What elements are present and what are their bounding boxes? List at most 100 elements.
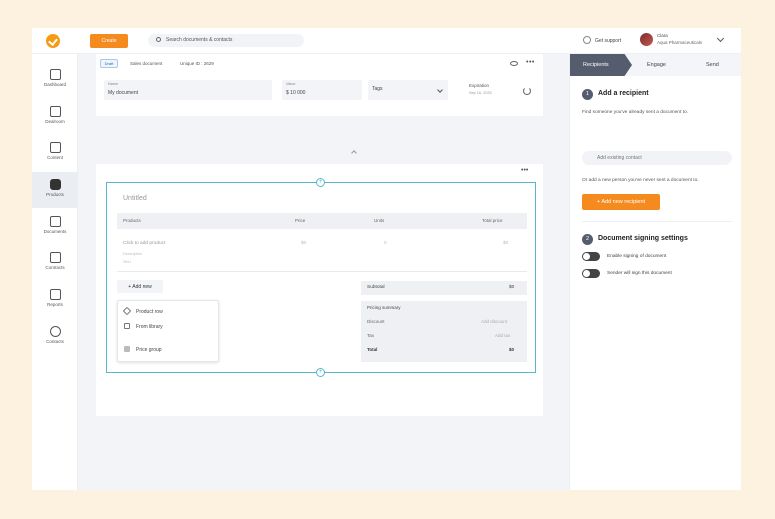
add-block-top-icon[interactable]: + — [316, 178, 325, 187]
divider — [582, 221, 732, 222]
sidebar-item-reports[interactable]: Reports — [32, 282, 78, 318]
status-badge: Draft — [100, 59, 118, 68]
document-editor: Draft Sales document Unique ID : 2629 ••… — [78, 54, 569, 490]
pen-icon — [49, 252, 61, 263]
document-content: ••• + + Untitled Products Price Units To… — [96, 164, 543, 416]
menu-item-label: Price group — [136, 347, 162, 353]
avatar[interactable] — [640, 33, 653, 46]
step-number: 2 — [582, 234, 593, 245]
col-total: Total price — [482, 218, 503, 223]
sidebar-item-dashboard[interactable]: Dashboard — [32, 62, 78, 98]
value-field-value: $ 10 000 — [286, 90, 306, 96]
sidebar-item-documents[interactable]: Documents — [32, 209, 78, 245]
sidebar-item-contracts[interactable]: Contracts — [32, 245, 78, 281]
chevron-down-icon — [437, 87, 443, 93]
add-block-bottom-icon[interactable]: + — [316, 368, 325, 377]
dealroom-icon — [49, 106, 61, 117]
tags-label: Tags — [372, 86, 383, 92]
user-name[interactable]: Clara — [657, 33, 668, 38]
tab-send[interactable]: Send — [706, 62, 719, 68]
sender-sign-toggle[interactable] — [582, 269, 600, 278]
more-options-icon[interactable]: ••• — [521, 167, 528, 174]
name-field-value: My document — [108, 90, 139, 96]
sidebar-item-label: Contacts — [46, 339, 64, 344]
menu-item-label: From library — [136, 324, 163, 330]
panel-tabs: Recipients Engage Send — [570, 54, 741, 76]
contact-search-input[interactable] — [582, 151, 732, 165]
search-icon — [156, 37, 161, 42]
support-label: Get support — [595, 38, 622, 44]
add-new-menu: Product row From library Price group — [117, 300, 219, 362]
subtotal-value: $0 — [509, 285, 515, 290]
tax-label: Tax — [367, 333, 375, 338]
sidebar-item-contacts[interactable]: Contacts — [32, 319, 78, 355]
value-field-label: Value — [286, 82, 296, 86]
sidebar-item-label: Reports — [47, 302, 63, 307]
table-header: Products Price Units Total price — [117, 213, 527, 229]
add-new-recipient-button[interactable]: + Add new recipient — [582, 194, 660, 210]
unique-id: Unique ID : 2629 — [180, 61, 214, 66]
add-tax-link[interactable]: Add tax — [495, 333, 510, 338]
add-new-label: Add new — [132, 283, 152, 290]
sidebar-item-label: Dealroom — [45, 119, 65, 124]
document-icon — [49, 216, 61, 227]
row-units[interactable]: 0 — [384, 241, 387, 246]
logo-icon[interactable] — [46, 34, 60, 48]
tab-recipients[interactable]: Recipients — [570, 54, 632, 76]
sidebar-item-label: Dashboard — [43, 82, 66, 87]
col-products: Products — [123, 218, 141, 223]
support-icon — [583, 36, 591, 44]
sidebar-item-products[interactable]: Products — [32, 172, 78, 208]
value-field[interactable]: Value $ 10 000 — [282, 80, 362, 100]
tab-engage[interactable]: Engage — [647, 62, 666, 68]
row-total: $0 — [503, 241, 509, 246]
signing-settings-title: Document signing settings — [598, 235, 688, 242]
cube-icon — [49, 179, 61, 190]
discount-label: Discount — [367, 319, 385, 324]
subtotal-row: Subtotal $0 — [361, 281, 527, 295]
pricing-table-block[interactable]: + + Untitled Products Price Units Total … — [106, 178, 536, 377]
chevron-down-icon[interactable] — [716, 34, 725, 43]
row-price[interactable]: $0 — [301, 241, 306, 246]
sidebar-item-content[interactable]: Content — [32, 135, 78, 171]
add-new-button[interactable]: + Add new — [117, 280, 163, 293]
total-label: Total — [367, 347, 378, 352]
menu-item-label: Product row — [136, 309, 163, 315]
table-title[interactable]: Untitled — [123, 195, 147, 202]
sidebar: Dashboard Dealroom Content Products Docu… — [32, 54, 78, 490]
cube-icon — [124, 323, 130, 329]
expiration-label: Expiration — [469, 83, 490, 88]
document-header: Draft Sales document Unique ID : 2629 ••… — [96, 54, 543, 116]
search-input[interactable]: Search documents & contacts — [148, 34, 304, 47]
sidebar-item-label: Products — [46, 192, 64, 197]
support-link[interactable]: Get support — [583, 36, 621, 44]
enable-signing-toggle[interactable] — [582, 252, 600, 261]
divider — [117, 271, 527, 272]
col-price: Price — [295, 218, 306, 223]
tags-select[interactable]: Tags — [368, 80, 448, 100]
expiration-date[interactable]: Sep 16, 2025 — [469, 91, 492, 95]
bar-chart-icon — [49, 289, 61, 300]
sidebar-item-dealroom[interactable]: Dealroom — [32, 99, 78, 135]
more-options-icon[interactable]: ••• — [526, 59, 535, 66]
menu-item-product-row[interactable]: Product row — [122, 306, 163, 316]
refresh-icon[interactable] — [523, 87, 531, 95]
name-field-label: Name — [108, 82, 119, 86]
col-units: Units — [374, 218, 385, 223]
document-type: Sales document — [130, 61, 163, 66]
create-button[interactable]: Create — [90, 34, 128, 48]
add-discount-link[interactable]: Add discount — [481, 319, 507, 324]
contacts-icon — [49, 326, 61, 337]
name-field[interactable]: Name My document — [104, 80, 272, 100]
sidebar-item-label: Contracts — [45, 265, 65, 270]
search-placeholder: Search documents & contacts — [166, 37, 233, 43]
product-placeholder[interactable]: Click to add product — [123, 241, 165, 246]
eye-icon[interactable] — [510, 61, 518, 66]
chevron-up-icon[interactable] — [351, 150, 357, 156]
add-recipient-title: Add a recipient — [598, 90, 649, 97]
menu-item-from-library[interactable]: From library — [124, 323, 163, 330]
sku-placeholder[interactable]: SKU — [123, 260, 131, 264]
menu-item-price-group[interactable]: Price group — [124, 346, 162, 353]
description-placeholder[interactable]: Description — [123, 252, 142, 256]
step-number: 1 — [582, 89, 593, 100]
